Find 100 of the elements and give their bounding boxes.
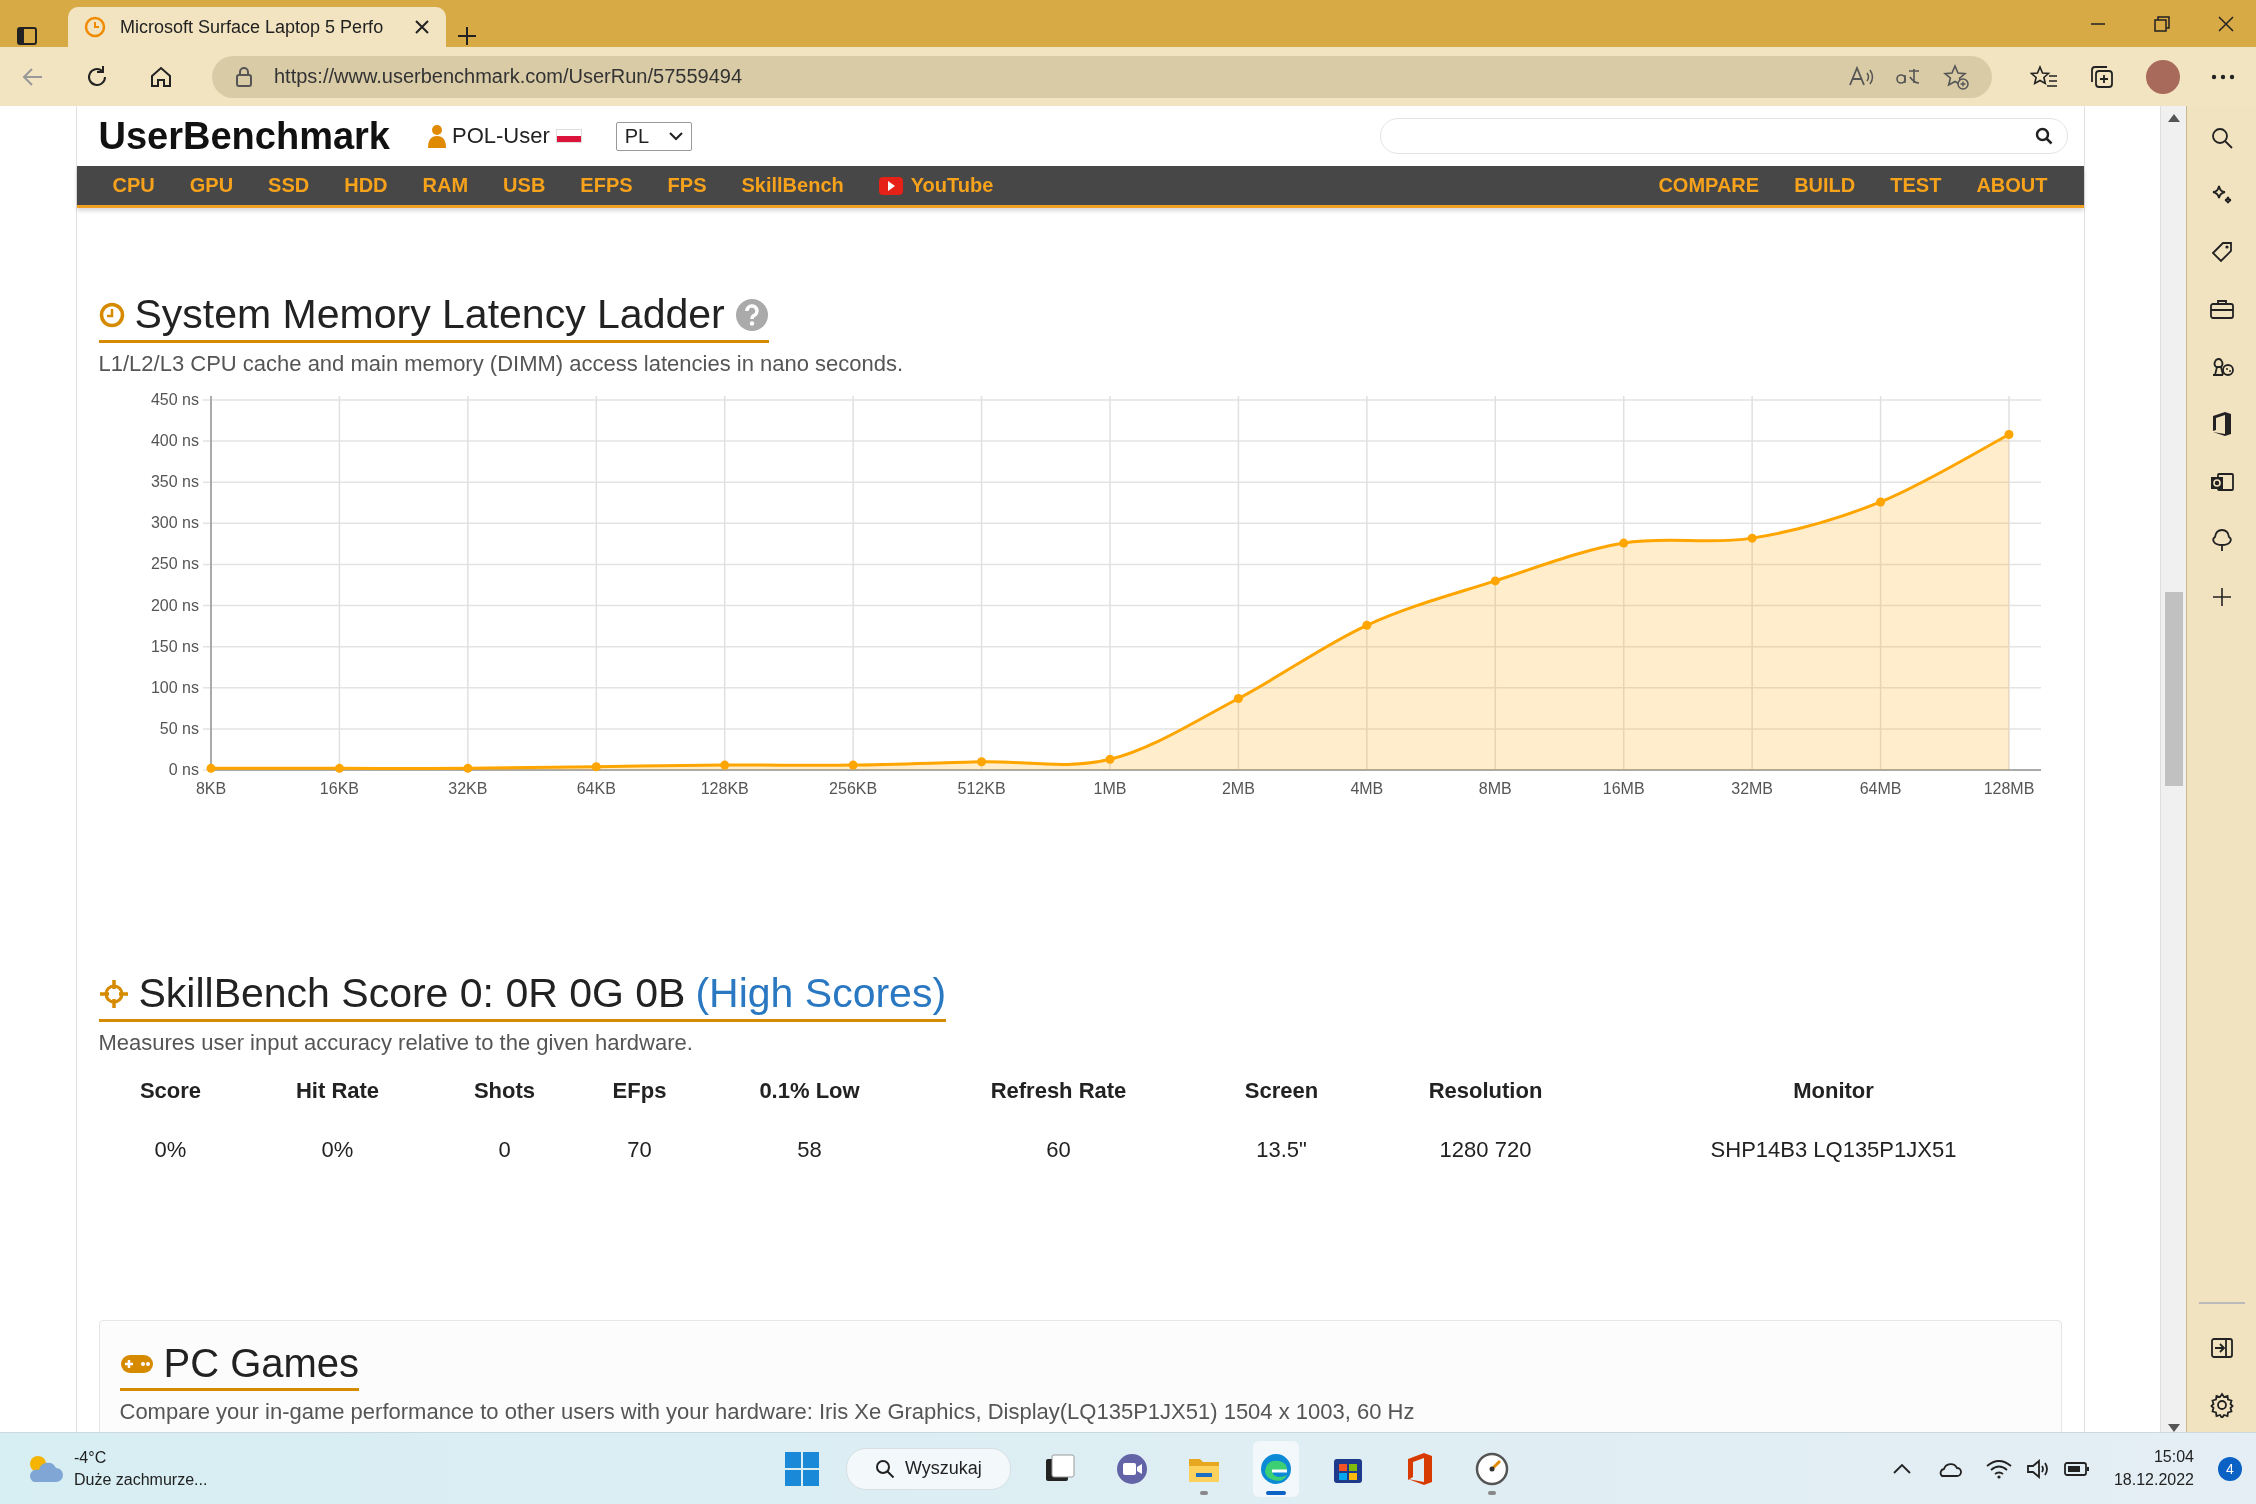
favorites-icon[interactable]: [2030, 63, 2058, 90]
column-header: EFps: [611, 1078, 668, 1105]
chevron-up-icon[interactable]: [1891, 1462, 1912, 1475]
table-cell-text: SHP14B3 LQ135P1JX51: [1709, 1137, 1958, 1163]
column-header: Hit Rate: [294, 1078, 381, 1105]
column-header: Screen: [1243, 1078, 1320, 1105]
scrollbar[interactable]: [2160, 106, 2186, 1432]
axis-label: 256KB: [828, 780, 877, 797]
column-header: 0.1% Low: [758, 1078, 861, 1105]
office-icon[interactable]: [2210, 411, 2233, 437]
hide-sidebar-icon[interactable]: [2209, 1337, 2234, 1359]
gauge-icon: [1473, 1450, 1510, 1487]
heading-text: PC Games: [163, 1341, 360, 1386]
axis-label: 16KB: [319, 780, 359, 797]
battery-icon[interactable]: [2063, 1460, 2090, 1477]
table-cell-text: 70: [626, 1137, 653, 1163]
data-point: [1105, 754, 1114, 764]
play-icon: [878, 176, 903, 195]
restore-icon[interactable]: [2152, 13, 2172, 34]
axis-label: 400 ns: [150, 432, 199, 450]
axis-label: 1MB: [1093, 780, 1126, 797]
nav-link[interactable]: YouTube: [878, 174, 994, 197]
nav-link[interactable]: BUILD: [1794, 174, 1856, 197]
nav-link[interactable]: COMPARE: [1658, 174, 1760, 197]
search-icon[interactable]: [2034, 127, 2053, 145]
address-bar[interactable]: https://www.userbenchmark.com/UserRun/57559494: [212, 55, 1992, 98]
data-point: [462, 763, 472, 773]
new-tab-icon[interactable]: [456, 25, 478, 47]
settings-icon[interactable]: [2208, 1392, 2235, 1418]
data-point: [1233, 693, 1243, 703]
tree-icon[interactable]: [2209, 527, 2234, 553]
clock-icon: [98, 301, 125, 328]
nav-link[interactable]: EFPS: [580, 174, 633, 197]
user-icon: [428, 124, 446, 148]
more-icon[interactable]: [2210, 72, 2236, 81]
site-favicon: [84, 16, 106, 38]
axis-label: 4MB: [1349, 780, 1383, 797]
axis-label: 2MB: [1221, 780, 1255, 797]
add-icon[interactable]: [2210, 586, 2233, 608]
wifi-icon[interactable]: [1985, 1458, 2012, 1479]
data-point: [1618, 538, 1628, 548]
search-field[interactable]: [1379, 118, 2068, 154]
profile-avatar[interactable]: [2146, 59, 2180, 94]
axis-label: 0 ns: [168, 761, 199, 778]
windows-logo-icon[interactable]: [784, 1450, 820, 1487]
nav-link[interactable]: HDD: [344, 174, 388, 197]
nav-link[interactable]: SkillBench: [741, 174, 844, 197]
axis-label: 512KB: [957, 780, 1006, 797]
nav-link[interactable]: CPU: [112, 174, 155, 197]
table-cell-text: 60: [1045, 1137, 1072, 1163]
weather-text: Duże zachmurze...: [74, 1470, 208, 1489]
nav-link[interactable]: TEST: [1890, 174, 1942, 197]
column-header: Refresh Rate: [989, 1078, 1128, 1105]
nav-link[interactable]: SSD: [268, 174, 310, 197]
clock[interactable]: 15:04 18.12.2022: [2113, 1448, 2194, 1489]
axis-label: 150 ns: [150, 637, 199, 655]
language-select[interactable]: PL: [615, 121, 693, 151]
browser-tab[interactable]: Microsoft Surface Laptop 5 Perfo: [68, 7, 446, 47]
taskbar-search[interactable]: Wyszukaj: [846, 1447, 1011, 1490]
volume-icon[interactable]: [2025, 1458, 2050, 1479]
temperature-text: -4°C: [74, 1448, 108, 1467]
add-favorite-icon[interactable]: [1942, 62, 1970, 91]
column-header: Resolution: [1427, 1078, 1544, 1105]
scroll-up-icon[interactable]: [2167, 114, 2180, 122]
section-description: Compare your in-game performance to other users with your hardware: Iris Xe Graphics, Display(LQ135P1JX51) 1504 x 1003, 60 Hz: [119, 1399, 1416, 1425]
table-cell-text: 58: [796, 1137, 823, 1163]
column-header: Shots: [472, 1078, 537, 1105]
axis-label: 50 ns: [159, 719, 199, 737]
axis-label: 128KB: [700, 780, 749, 797]
axis-label: 250 ns: [150, 555, 199, 573]
data-point: [591, 762, 601, 772]
nav-link[interactable]: RAM: [422, 174, 469, 197]
tag-icon[interactable]: [2209, 240, 2234, 264]
data-point: [1490, 576, 1500, 586]
tab-actions-icon[interactable]: [16, 25, 38, 47]
briefcase-icon[interactable]: [2208, 297, 2235, 321]
nav-link[interactable]: GPU: [189, 174, 234, 197]
axis-label: 32KB: [447, 780, 487, 797]
data-point: [719, 760, 729, 770]
close-icon[interactable]: [414, 19, 430, 35]
search-icon: [875, 1458, 895, 1479]
nav-link[interactable]: ABOUT: [1976, 174, 2048, 197]
nav-link[interactable]: FPS: [667, 174, 707, 197]
axis-label: 8MB: [1478, 780, 1512, 797]
scrollbar-thumb[interactable]: [2164, 592, 2183, 786]
username-link[interactable]: POL-User: [452, 123, 550, 149]
axis-label: 64MB: [1859, 780, 1901, 797]
notification-badge[interactable]: 4: [2218, 1456, 2242, 1481]
axis-label: 350 ns: [150, 473, 199, 491]
column-header: Score: [138, 1078, 203, 1105]
close-icon[interactable]: [2216, 13, 2236, 34]
gamepad-icon: [119, 1352, 154, 1375]
search-icon[interactable]: [2209, 126, 2234, 150]
high-scores-link[interactable]: (High Scores): [695, 970, 947, 1017]
axis-label: 8KB: [195, 780, 226, 797]
nav-link[interactable]: USB: [503, 174, 546, 197]
axis-label: 64KB: [576, 780, 616, 797]
table-cell-text: 0%: [153, 1137, 188, 1163]
mail-app-icon[interactable]: [2208, 470, 2235, 494]
site-logo[interactable]: UserBenchmark: [98, 114, 390, 158]
